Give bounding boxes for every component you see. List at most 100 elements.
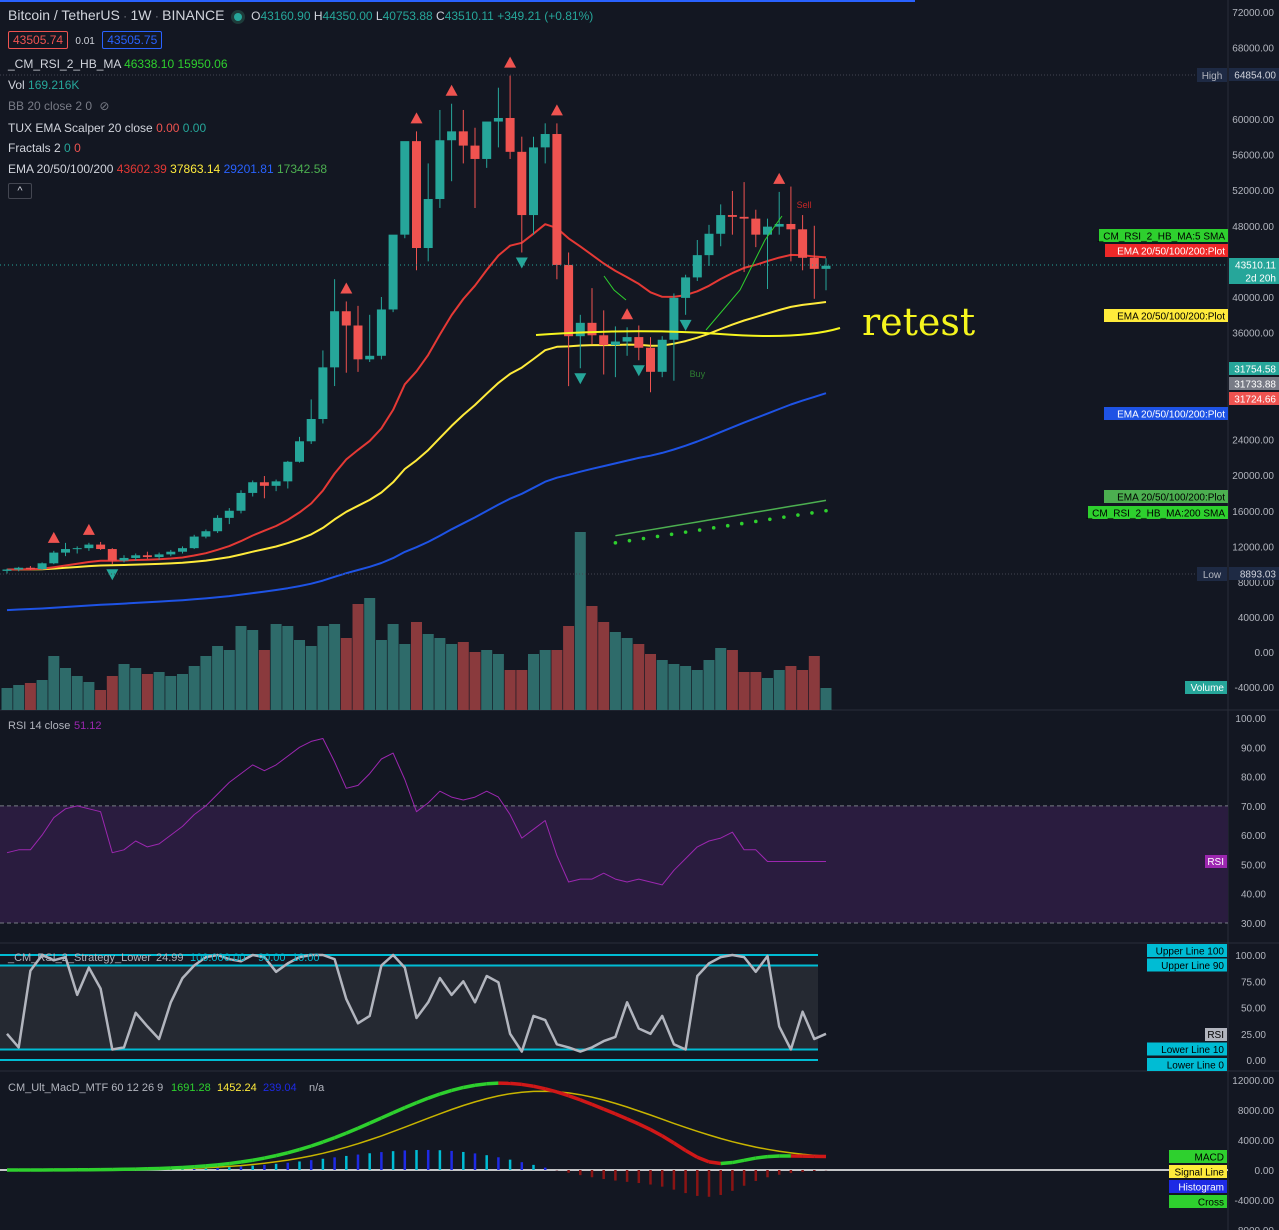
candle-up — [669, 297, 679, 340]
hidden-eye-icon[interactable]: ⊘ — [99, 99, 109, 113]
fractal-up-marker — [82, 523, 95, 535]
macd-line-segment — [509, 1081, 522, 1087]
volume-bar — [258, 650, 270, 710]
candle-up — [84, 544, 94, 549]
macd-line-segment — [743, 1156, 757, 1163]
stoch-tick-label: 75.00 — [1241, 977, 1266, 988]
volume-bar — [223, 650, 235, 710]
symbol-name[interactable]: Bitcoin / TetherUS — [8, 7, 120, 23]
bar-countdown-tag: 2d 20h — [1245, 274, 1276, 285]
candle-up — [400, 141, 410, 235]
candle-down — [786, 223, 796, 230]
fractal-down-marker — [632, 365, 645, 377]
stoch-line-tag: Upper Line 100 — [1156, 947, 1225, 958]
indicator-cm-rsi-ma[interactable]: _CM_RSI_2_HB_MA 46338.10 15950.06 — [8, 56, 228, 72]
volume-bar — [422, 634, 434, 710]
stoch-tick-label: 25.00 — [1241, 1030, 1266, 1041]
stoch-tick-label: 50.00 — [1241, 1004, 1266, 1015]
candle-down — [517, 151, 527, 216]
macd-line-segment — [603, 1107, 617, 1116]
volume-bar — [141, 674, 153, 710]
sma-200-dot — [711, 526, 716, 530]
macd-line-segment — [626, 1117, 640, 1126]
candle-up — [388, 234, 398, 310]
legend-tag-label: _CM_RSI_2_HB_MA:200 SMA — [1086, 509, 1226, 520]
macd-line-segment — [415, 1096, 429, 1105]
volume-bar — [153, 672, 165, 710]
volume-bar — [656, 660, 668, 710]
volume-bar — [574, 532, 586, 710]
price-tick-label: -4000.00 — [1235, 683, 1275, 694]
macd-value: 1691.28 — [171, 1082, 211, 1094]
macd-line-segment — [732, 1158, 745, 1165]
candle-up — [622, 337, 632, 342]
macd-legend-tag: Signal Line — [1175, 1168, 1225, 1179]
volume-bar — [715, 648, 727, 710]
candle-down — [412, 141, 421, 249]
sell-price-button[interactable]: 43505.74 — [8, 31, 69, 49]
fractal-down-marker — [679, 319, 692, 331]
interval[interactable]: 1W — [130, 7, 151, 23]
volume-tag-label: Volume — [1191, 683, 1225, 694]
candle-down — [25, 567, 35, 570]
macd-line-segment — [486, 1081, 499, 1086]
candle-up — [529, 147, 538, 216]
macd-line-segment — [264, 1153, 277, 1160]
indicator-ema[interactable]: EMA 20/50/100/200 43602.39 37863.14 2920… — [8, 161, 327, 177]
macd-line-segment — [521, 1082, 534, 1088]
volume-bar — [329, 624, 341, 710]
volume-bar — [504, 670, 516, 710]
volume-bar — [36, 680, 48, 710]
macd-line-segment — [661, 1134, 675, 1145]
macd-line-segment — [696, 1155, 710, 1164]
volume-bar — [270, 624, 282, 710]
candle-up — [224, 510, 234, 518]
candle-down — [599, 335, 609, 346]
volume-bar — [668, 664, 680, 710]
indicator-tux-ema[interactable]: TUX EMA Scalper 20 close 0.00 0.00 — [8, 120, 206, 136]
rsi-tick-label: 30.00 — [1241, 919, 1266, 930]
rsi-title: RSI 14 close — [8, 720, 70, 732]
volume-bar — [177, 674, 188, 710]
volume-bar — [598, 622, 610, 710]
sma-200-dot — [697, 528, 702, 532]
macd-legend-tag: Histogram — [1178, 1183, 1224, 1194]
indicator-bb[interactable]: BB 20 close 2 0 ⊘ — [8, 98, 109, 114]
volume-bar — [703, 660, 715, 710]
sma-200-dot — [683, 530, 688, 534]
volume-bar — [83, 682, 95, 710]
indicator-volume[interactable]: Vol 169.216K — [8, 77, 79, 93]
candle-down — [634, 337, 644, 348]
price-tick-label: 60000.00 — [1232, 115, 1274, 126]
chart-canvas[interactable]: 72000.00 68000.00 60000.00 56000.00 52000.00… — [0, 0, 1279, 1230]
low-label: Low — [1203, 570, 1222, 581]
buy-signal-label: Buy — [690, 369, 706, 379]
volume-bar — [633, 644, 645, 710]
ema-200-line — [615, 499, 827, 537]
macd-line-segment — [404, 1101, 418, 1110]
macd-line-segment — [684, 1149, 699, 1159]
macd-line-segment — [451, 1085, 464, 1093]
candle-up — [692, 255, 702, 278]
candle-down — [564, 264, 574, 337]
price-tick-label: 52000.00 — [1232, 186, 1274, 197]
macd-line-segment — [439, 1088, 453, 1096]
volume-bar — [691, 670, 703, 710]
rsi-tick-label: 60.00 — [1241, 831, 1266, 842]
candle-up — [295, 441, 304, 462]
macd-line-segment — [755, 1154, 768, 1160]
collapse-legend-button[interactable]: ^ — [8, 183, 32, 199]
rsi-band — [0, 805, 1228, 923]
candle-up — [435, 140, 445, 200]
macd-line-segment — [380, 1111, 394, 1120]
volume-bar — [130, 668, 142, 710]
volume-bar — [446, 644, 458, 710]
buy-price-button[interactable]: 43505.75 — [102, 31, 163, 49]
candle-up — [236, 492, 246, 511]
fractal-up-marker — [550, 104, 563, 116]
candle-up — [283, 461, 293, 482]
candle-up — [213, 517, 223, 532]
indicator-fractals[interactable]: Fractals 2 0 0 — [8, 140, 81, 156]
macd-tick-label: 0.00 — [1255, 1166, 1275, 1177]
macd-tick-label: 12000.00 — [1232, 1076, 1274, 1087]
